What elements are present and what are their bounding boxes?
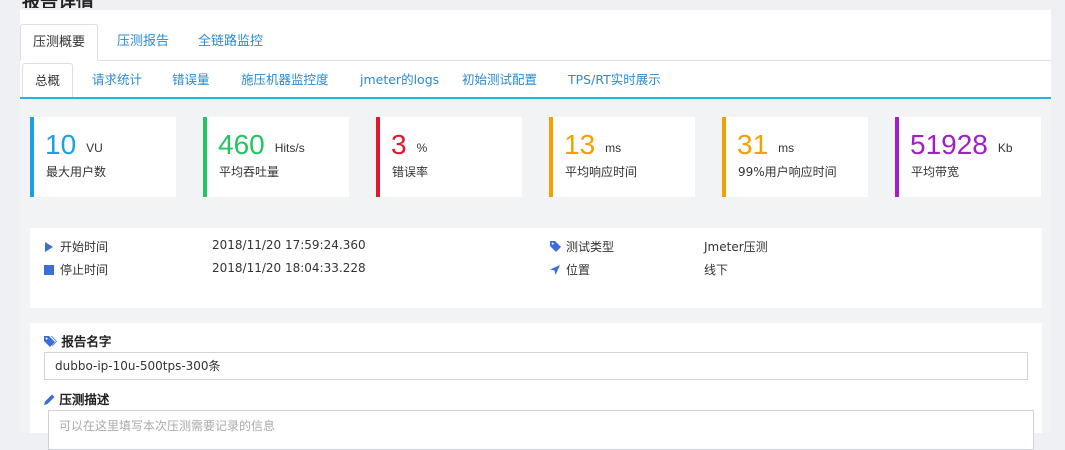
- tab-tps-rt-realtime[interactable]: TPS/RT实时展示: [556, 63, 673, 97]
- stat-label: 平均响应时间: [565, 165, 638, 179]
- stat-label: 平均带宽: [911, 165, 960, 179]
- stat-value: 31 ms: [737, 129, 795, 160]
- test-type-value: Jmeter压测: [704, 240, 768, 254]
- location-value: 线下: [704, 263, 729, 277]
- stat-card-throughput: 460 Hits/s 平均吞吐量: [203, 117, 349, 197]
- location-arrow-icon: [550, 263, 562, 277]
- stat-card-error-rate: 3% 错误率: [376, 117, 522, 197]
- stat-label: 99%用户响应时间: [738, 165, 837, 179]
- stat-value: 10 VU: [45, 129, 103, 160]
- report-panel: 压测概要 压测报告 全链路监控 总概 请求统计 错误量 施压机器监控度 jmet…: [20, 10, 1051, 450]
- tags-icon: [44, 334, 57, 349]
- play-icon: [44, 240, 56, 254]
- stop-time-value: 2018/11/20 18:04:33.228: [212, 261, 366, 275]
- stat-card-avg-bandwidth: 51928 Kb 平均带宽: [895, 117, 1041, 197]
- tab-initial-config[interactable]: 初始测试配置: [450, 63, 549, 97]
- secondary-tabs: 总概 请求统计 错误量 施压机器监控度 jmeter的logs 初始测试配置 T…: [20, 63, 1051, 99]
- tag-icon: [550, 240, 562, 254]
- test-type-label-row: 测试类型: [550, 238, 614, 255]
- stat-value: 13 ms: [564, 129, 622, 160]
- stat-card-p99-response: 31 ms 99%用户响应时间: [722, 117, 868, 197]
- report-name-input[interactable]: dubbo-ip-10u-500tps-300条: [44, 352, 1028, 380]
- stat-value: 3%: [391, 129, 428, 160]
- description-textarea[interactable]: 可以在这里填写本次压测需要记录的信息: [48, 410, 1034, 450]
- tab-errors[interactable]: 错误量: [160, 63, 222, 97]
- stat-label: 平均吞吐量: [219, 165, 280, 179]
- tab-full-link-monitor[interactable]: 全链路监控: [186, 24, 275, 60]
- stop-icon: [44, 263, 56, 277]
- tab-summary[interactable]: 总概: [22, 63, 74, 97]
- stat-card-avg-response: 13 ms 平均响应时间: [549, 117, 695, 197]
- stat-card-max-users: 10 VU 最大用户数: [30, 117, 176, 197]
- test-info-box: 开始时间 2018/11/20 17:59:24.360 停止时间 2018/1…: [30, 228, 1042, 308]
- description-title: 压测描述: [44, 389, 109, 408]
- tab-load-machine-monitor[interactable]: 施压机器监控度: [229, 63, 341, 97]
- primary-tabs: 压测概要 压测报告 全链路监控: [20, 24, 1051, 61]
- tab-jmeter-logs[interactable]: jmeter的logs: [348, 63, 451, 97]
- report-name-title: 报告名字: [44, 331, 111, 350]
- location-label-row: 位置: [550, 261, 590, 278]
- stat-value: 51928 Kb: [910, 129, 1013, 160]
- page-title: 报告详情: [22, 0, 94, 8]
- summary-content: 10 VU 最大用户数 460 Hits/s 平均吞吐量 3% 错误率 13 ms 平…: [20, 99, 1051, 450]
- report-form: 报告名字 dubbo-ip-10u-500tps-300条 压测描述 可以在这里…: [30, 323, 1042, 450]
- tab-report[interactable]: 压测报告: [105, 24, 181, 60]
- tab-overview[interactable]: 压测概要: [20, 24, 99, 61]
- stat-label: 错误率: [392, 165, 429, 179]
- pencil-icon: [44, 392, 55, 407]
- stat-label: 最大用户数: [46, 165, 107, 179]
- tab-request-stats[interactable]: 请求统计: [80, 63, 154, 97]
- stop-time-label-row: 停止时间: [44, 261, 108, 278]
- start-time-value: 2018/11/20 17:59:24.360: [212, 238, 366, 252]
- stat-value: 460 Hits/s: [218, 129, 305, 160]
- start-time-label-row: 开始时间: [44, 238, 108, 255]
- page-header-cropped: 报告详情: [0, 0, 1065, 8]
